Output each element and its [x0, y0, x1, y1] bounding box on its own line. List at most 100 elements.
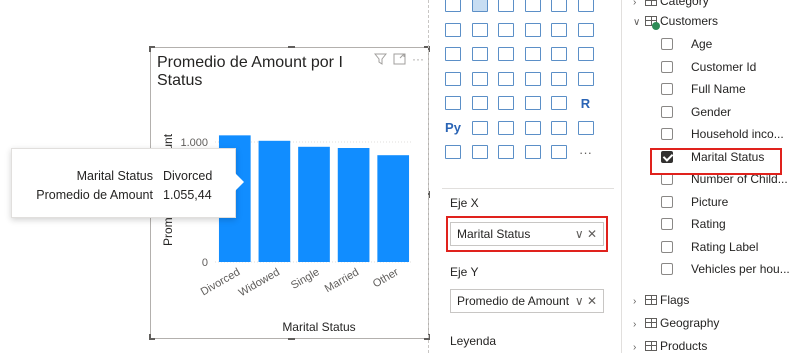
tooltip-key: Marital Status — [76, 169, 153, 183]
icon-glyph — [577, 120, 594, 135]
x-axis-label: Eje X — [450, 196, 479, 210]
scatter-icon[interactable] — [496, 44, 516, 64]
table-customers[interactable]: ∨ Customers — [633, 14, 718, 30]
table-name: Geography — [660, 316, 720, 330]
table-category[interactable]: › Category — [633, 0, 709, 8]
bar[interactable] — [298, 146, 330, 262]
icon-glyph — [498, 145, 514, 159]
field-name: Gender — [691, 104, 732, 119]
table-row[interactable]: › Flags — [633, 293, 689, 307]
x-axis-title: Marital Status — [282, 320, 355, 334]
field-checkbox[interactable] — [661, 105, 673, 118]
table-row[interactable]: › Products — [633, 339, 707, 353]
icon-glyph — [577, 71, 594, 86]
icon-glyph — [524, 47, 541, 61]
icon-glyph — [524, 145, 541, 159]
icon-glyph — [577, 0, 594, 12]
more-visuals-icon[interactable]: ··· — [576, 142, 596, 162]
field-name: Household inco... — [691, 127, 784, 141]
treemap-icon[interactable] — [576, 44, 596, 64]
donut-chart-icon[interactable] — [549, 44, 569, 64]
key-influencers-icon[interactable] — [470, 118, 490, 138]
field-checkbox[interactable] — [661, 263, 673, 275]
clustered-bar-icon[interactable] — [470, 0, 490, 15]
icon-glyph — [551, 0, 567, 12]
power-automate-icon[interactable] — [496, 142, 516, 162]
check-badge-icon — [652, 22, 660, 30]
x-tick-label: Single — [289, 266, 321, 292]
bar[interactable] — [377, 155, 410, 262]
canvas-pane-divider — [428, 0, 429, 353]
stacked-area-icon[interactable] — [496, 20, 516, 40]
goals-icon[interactable] — [576, 118, 596, 138]
field-checkbox[interactable] — [661, 195, 673, 208]
clustered-column-icon[interactable] — [549, 0, 569, 15]
table-icon[interactable] — [523, 93, 543, 113]
legend-label: Leyenda — [450, 334, 497, 348]
ribbon-chart-icon[interactable] — [576, 20, 596, 40]
table-row[interactable]: › Geography — [633, 316, 719, 330]
pie-chart-icon[interactable] — [523, 44, 543, 64]
stacked-bar-icon[interactable] — [443, 0, 463, 15]
paginated-report-icon[interactable] — [443, 142, 463, 162]
icon-glyph — [551, 145, 567, 159]
icon-glyph — [471, 145, 488, 159]
field-checkbox[interactable] — [661, 240, 673, 253]
field-name: Rating — [691, 217, 726, 231]
x-tick-label: Widowed — [237, 266, 282, 299]
qna-icon[interactable] — [523, 118, 543, 138]
icon-glyph — [498, 71, 514, 86]
stacked-column-100-icon[interactable] — [576, 0, 596, 15]
python-visual-icon[interactable]: Py — [443, 118, 463, 138]
icon-glyph — [471, 0, 488, 12]
area-chart-icon[interactable] — [470, 20, 490, 40]
line-clustered-column-icon[interactable] — [549, 20, 569, 40]
waterfall-icon[interactable] — [443, 44, 463, 64]
bar[interactable] — [258, 140, 291, 262]
field-checkbox[interactable] — [661, 128, 673, 140]
filled-map-icon[interactable] — [470, 69, 490, 89]
stacked-bar-100-icon[interactable] — [496, 0, 516, 15]
funnel-icon[interactable] — [470, 44, 490, 64]
table-icon — [645, 318, 657, 328]
x-axis-highlight — [446, 216, 608, 252]
icon-glyph — [471, 71, 488, 86]
y-tick-label: 0 — [202, 257, 208, 269]
visualizations-pane: R Py ··· Eje X Marital Status ∨ ✕ Eje Y Pr… — [432, 0, 622, 353]
marital-status-highlight — [650, 148, 782, 175]
line-column-icon[interactable] — [523, 20, 543, 40]
icon-glyph — [551, 22, 567, 37]
field-checkbox[interactable] — [661, 38, 673, 50]
decomposition-tree-icon[interactable] — [496, 118, 516, 138]
chevron-right-icon: › — [633, 342, 637, 353]
y-axis-well[interactable]: Promedio de Amount ∨ ✕ — [450, 289, 604, 313]
kpi-icon[interactable] — [470, 93, 490, 113]
field-checkbox[interactable] — [661, 83, 673, 95]
sigma-icon[interactable] — [549, 142, 569, 162]
map-icon[interactable] — [443, 69, 463, 89]
multi-row-card-icon[interactable] — [443, 93, 463, 113]
azure-map-icon[interactable] — [523, 69, 543, 89]
card-icon[interactable] — [576, 69, 596, 89]
narrative-icon[interactable] — [549, 118, 569, 138]
tooltip-value: 1.055,44 — [163, 188, 212, 202]
shape-map-icon[interactable] — [496, 69, 516, 89]
bar[interactable] — [337, 148, 370, 262]
stacked-column-icon[interactable] — [523, 0, 543, 15]
slicer-icon[interactable] — [496, 93, 516, 113]
gauge-icon[interactable] — [549, 69, 569, 89]
field-checkbox[interactable] — [661, 218, 673, 230]
r-visual-icon[interactable]: R — [576, 93, 596, 113]
matrix-icon[interactable] — [549, 93, 569, 113]
icon-glyph — [577, 22, 594, 37]
field-name: Picture — [691, 194, 729, 209]
line-chart-icon[interactable] — [443, 20, 463, 40]
power-apps-icon[interactable] — [470, 142, 490, 162]
fields-pane: › Category ∨ Customers Age Customer Id Full … — [623, 0, 800, 353]
arcgis-icon[interactable] — [523, 142, 543, 162]
field-name: Age — [691, 37, 713, 51]
field-checkbox[interactable] — [661, 60, 673, 73]
icon-glyph — [498, 120, 514, 135]
field-name: Customer Id — [691, 59, 757, 74]
well-controls[interactable]: ∨ ✕ — [575, 290, 597, 312]
